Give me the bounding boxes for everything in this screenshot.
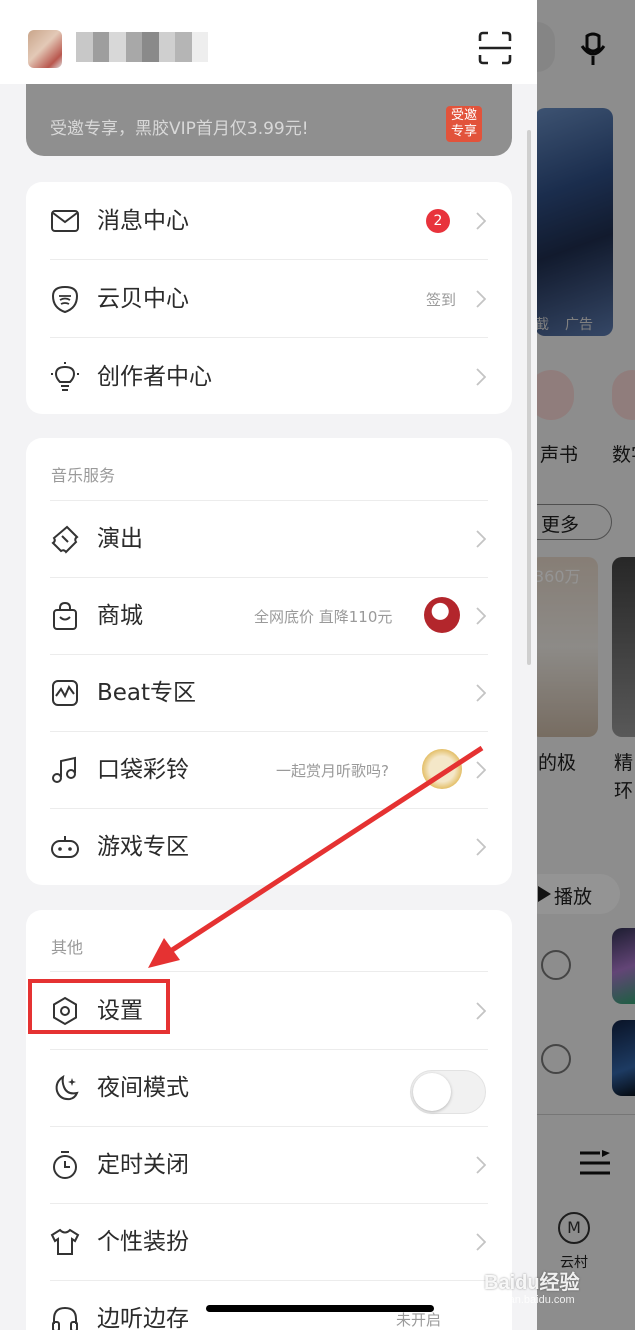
menu-item-theme-skin[interactable]: 个性装扮 [26,1203,512,1281]
menu-item-beat-zone[interactable]: Beat专区 [26,654,512,732]
gamepad-icon [51,836,79,858]
ticket-icon [51,525,79,554]
menu-item-game-zone[interactable]: 游戏专区 [26,808,512,886]
coin-icon [51,285,79,314]
menu-item-night-mode[interactable]: 夜间模式 [26,1049,512,1127]
menu-item-label: 定时关闭 [97,1152,189,1178]
section-title: 其他 [51,938,84,957]
menu-item-creator-center[interactable]: 创作者中心 [26,338,512,416]
scrollbar[interactable] [527,130,531,665]
section-title: 音乐服务 [51,466,116,485]
chevron-right-icon [476,1002,486,1020]
chevron-right-icon [476,607,486,625]
menu-item-label: Beat专区 [97,680,197,706]
chevron-right-icon [476,761,486,779]
side-drawer: 受邀专享，黑胶VIP首月仅3.99元! 受邀 专享 消息中心 2 云贝中心 签到… [0,0,537,1330]
ringtone-promo-hint: 一起赏月听歌吗? [276,762,389,780]
unread-count-badge: 2 [426,209,450,233]
chevron-right-icon [476,1233,486,1251]
vip-invite-badge: 受邀 专享 [446,106,482,142]
vip-promo-text: 受邀专享，黑胶VIP首月仅3.99元! [50,119,309,139]
tshirt-icon [50,1228,80,1255]
vip-badge-line1: 受邀 [450,108,477,123]
night-mode-toggle[interactable] [410,1070,486,1114]
menu-item-label: 创作者中心 [97,364,212,390]
menu-item-pocket-ringtone[interactable]: 口袋彩铃 一起赏月听歌吗? [26,731,512,809]
beat-icon [52,680,78,706]
timer-icon [53,1151,77,1179]
menu-item-label: 个性装扮 [97,1229,189,1255]
menu-item-label: 演出 [97,526,143,552]
product-thumbnail [424,597,460,633]
vip-promo-banner[interactable]: 受邀专享，黑胶VIP首月仅3.99元! 受邀 专享 [26,84,512,156]
menu-item-sleep-timer[interactable]: 定时关闭 [26,1126,512,1204]
drawer-header [0,0,537,84]
menu-item-yunbei[interactable]: 云贝中心 签到 [26,260,512,338]
headphone-icon [52,1306,78,1330]
scan-icon[interactable] [478,31,512,65]
chevron-right-icon [476,1156,486,1174]
ringtone-thumbnail [422,749,462,789]
watermark-url: jingyan.baidu.com [486,1294,575,1306]
menu-item-mall[interactable]: 商城 全网底价 直降110元 [26,577,512,655]
moon-icon [55,1074,79,1101]
chevron-right-icon [476,290,486,308]
chevron-right-icon [476,684,486,702]
main-menu-card: 消息中心 2 云贝中心 签到 创作者中心 [26,182,512,414]
chevron-right-icon [476,838,486,856]
menu-item-label: 商城 [97,603,143,629]
listen-save-status: 未开启 [396,1311,442,1329]
lightbulb-icon [51,362,79,391]
watermark: Baidu经验 jingyan.baidu.com [484,1250,624,1320]
menu-item-label: 边听边存 [97,1306,189,1330]
check-in-hint: 签到 [426,291,457,309]
username-blurred[interactable] [76,32,208,62]
chevron-right-icon [476,368,486,386]
ringtone-icon [52,756,76,783]
mall-promo-hint: 全网底价 直降110元 [254,608,393,626]
shopping-bag-icon [53,601,77,630]
menu-item-messages[interactable]: 消息中心 2 [26,182,512,260]
chevron-right-icon [476,530,486,548]
menu-item-label: 游戏专区 [97,834,189,860]
other-card: 其他 设置 夜间模式 定时关闭 个性装扮 边听边存 未开启 [26,910,512,1330]
mail-icon [51,210,79,232]
menu-item-shows[interactable]: 演出 [26,500,512,578]
menu-item-label: 云贝中心 [97,286,189,312]
chevron-right-icon [476,212,486,230]
avatar[interactable] [28,30,62,68]
menu-item-label: 夜间模式 [97,1075,189,1101]
vip-badge-line2: 专享 [450,124,477,139]
settings-highlight-box [28,979,170,1034]
home-indicator[interactable] [206,1305,434,1312]
menu-item-label: 口袋彩铃 [97,757,189,783]
music-services-card: 音乐服务 演出 商城 全网底价 直降110元 Beat专区 口袋彩铃 一起赏月听… [26,438,512,885]
watermark-brand: Baidu经验 [484,1272,580,1294]
menu-item-label: 消息中心 [97,208,189,234]
toggle-knob [413,1073,451,1111]
